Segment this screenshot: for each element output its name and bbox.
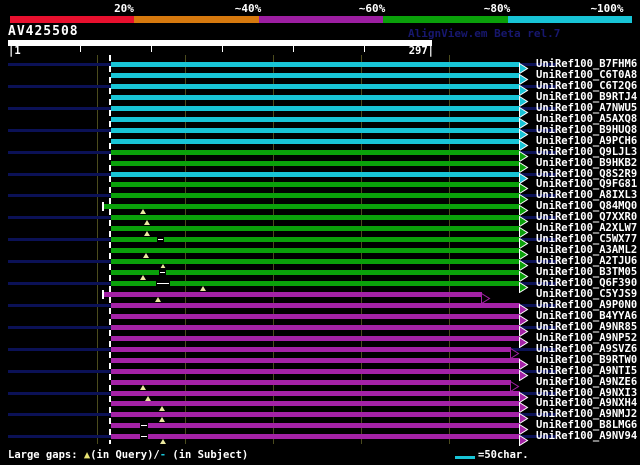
legend-label-20: 20%	[114, 2, 134, 15]
alignment-bar[interactable]	[111, 62, 520, 67]
gap-legend-text: Large gaps: ▲(in Query)/- (in Subject)	[8, 449, 248, 461]
identity-color-scale	[10, 16, 633, 23]
legend-color-segment	[507, 16, 633, 23]
subject-gap-dash	[141, 436, 147, 438]
alignment-bar[interactable]	[111, 335, 520, 341]
alignment-bar[interactable]	[111, 357, 520, 363]
legend-label-100: ~100%	[590, 2, 624, 15]
gap-legend-suffix: (in Subject)	[166, 449, 249, 461]
subject-gap-dash	[158, 239, 163, 241]
plot-gridline	[97, 55, 98, 444]
subject-label[interactable]: UniRef100_A9NTI5	[536, 365, 637, 377]
ruler-end-label: 297|	[408, 45, 434, 57]
ruler-tick	[293, 46, 294, 52]
alignment-bar[interactable]	[111, 160, 520, 166]
alignment-bar[interactable]	[111, 324, 520, 330]
legend-label-60: ~60%	[358, 2, 386, 15]
alignment-arrowhead	[519, 366, 529, 385]
legend-color-segment	[383, 16, 508, 23]
query-gap-triangle	[159, 406, 165, 412]
alignment-bar[interactable]	[111, 237, 520, 243]
scale-label: =50char.	[478, 449, 529, 461]
alignment-bar[interactable]	[111, 259, 520, 265]
alignment-bar[interactable]	[111, 105, 520, 111]
scale-swatch	[455, 456, 475, 459]
legend-color-segment	[258, 16, 384, 23]
query-gap-triangle	[140, 384, 146, 390]
query-gap-triangle	[140, 275, 146, 281]
alignment-bar[interactable]	[111, 423, 520, 429]
alignment-bar[interactable]	[111, 94, 520, 100]
alignment-bar[interactable]	[111, 149, 520, 155]
alignment-bar[interactable]	[111, 226, 520, 232]
alignment-bar[interactable]	[111, 270, 520, 276]
query-accession: AV425508	[8, 24, 79, 39]
alignment-bar[interactable]	[111, 368, 520, 374]
alignment-start-tick	[102, 289, 104, 299]
query-gap-triangle	[145, 395, 151, 401]
ruler-tick	[151, 46, 152, 52]
subject-label[interactable]: UniRef100_A9NZE6	[536, 376, 637, 388]
alignview-window: 20% ~40% ~60% ~80% ~100% AV425508 AlignV…	[0, 0, 640, 465]
alignment-bar[interactable]	[111, 83, 520, 89]
alignment-bar[interactable]	[111, 281, 520, 286]
alignment-bar[interactable]	[111, 138, 520, 144]
ruler-start-label: |1	[8, 45, 21, 57]
query-gap-triangle	[143, 253, 149, 259]
subject-gap-dash	[160, 272, 165, 274]
alignment-bar[interactable]	[111, 390, 520, 396]
query-gap-triangle	[200, 286, 206, 291]
gap-legend-mid: (in Query)/	[90, 449, 160, 461]
subject-label[interactable]: UniRef100_B9RTW0	[536, 354, 637, 366]
alignment-bar[interactable]	[111, 313, 520, 319]
alignment-start-tick	[102, 202, 104, 212]
subject-label[interactable]: UniRef100_B9HKB2	[536, 157, 637, 169]
gap-legend-prefix: Large gaps:	[8, 449, 84, 461]
alignment-bar[interactable]	[111, 116, 520, 122]
query-gap-triangle	[159, 417, 165, 423]
alignment-bar[interactable]	[111, 127, 520, 133]
app-version-watermark: AlignView.em Beta rel.7	[408, 27, 561, 40]
legend-label-80: ~80%	[483, 2, 511, 15]
alignment-bar[interactable]	[111, 182, 520, 188]
alignment-bar[interactable]	[111, 434, 520, 440]
legend-color-segment	[10, 16, 135, 23]
alignment-bar[interactable]	[111, 248, 520, 254]
alignment-bar[interactable]	[111, 302, 520, 308]
legend-color-segment	[134, 16, 259, 23]
ruler-tick	[364, 46, 365, 52]
query-gap-triangle	[144, 220, 150, 226]
alignment-bar[interactable]	[111, 215, 520, 221]
subject-label[interactable]: UniRef100_A9NV94	[536, 431, 637, 442]
subject-gap-dash	[157, 283, 169, 284]
alignment-bar[interactable]	[104, 204, 520, 210]
ruler-tick	[222, 46, 223, 52]
subject-label[interactable]: UniRef100_A9PCH6	[536, 135, 637, 147]
alignment-bar[interactable]	[111, 412, 520, 418]
legend-label-40: ~40%	[234, 2, 262, 15]
query-gap-triangle	[140, 209, 146, 215]
alignment-bar[interactable]	[111, 379, 511, 385]
query-gap-triangle	[160, 439, 166, 445]
subject-gap-dash	[141, 425, 147, 427]
alignment-bar[interactable]	[111, 72, 520, 78]
alignment-bar[interactable]	[111, 193, 520, 199]
query-gap-triangle	[144, 231, 150, 237]
subject-label[interactable]: UniRef100_Q9LJL3	[536, 146, 637, 158]
query-sequence-bar	[8, 40, 432, 46]
alignment-bar[interactable]	[111, 346, 511, 352]
ruler-tick	[80, 46, 81, 52]
alignment-arrowhead	[519, 431, 529, 450]
query-gap-triangle	[155, 296, 161, 302]
alignment-arrowhead	[519, 278, 529, 297]
alignment-bar[interactable]	[111, 401, 520, 407]
alignment-bar[interactable]	[111, 171, 520, 177]
